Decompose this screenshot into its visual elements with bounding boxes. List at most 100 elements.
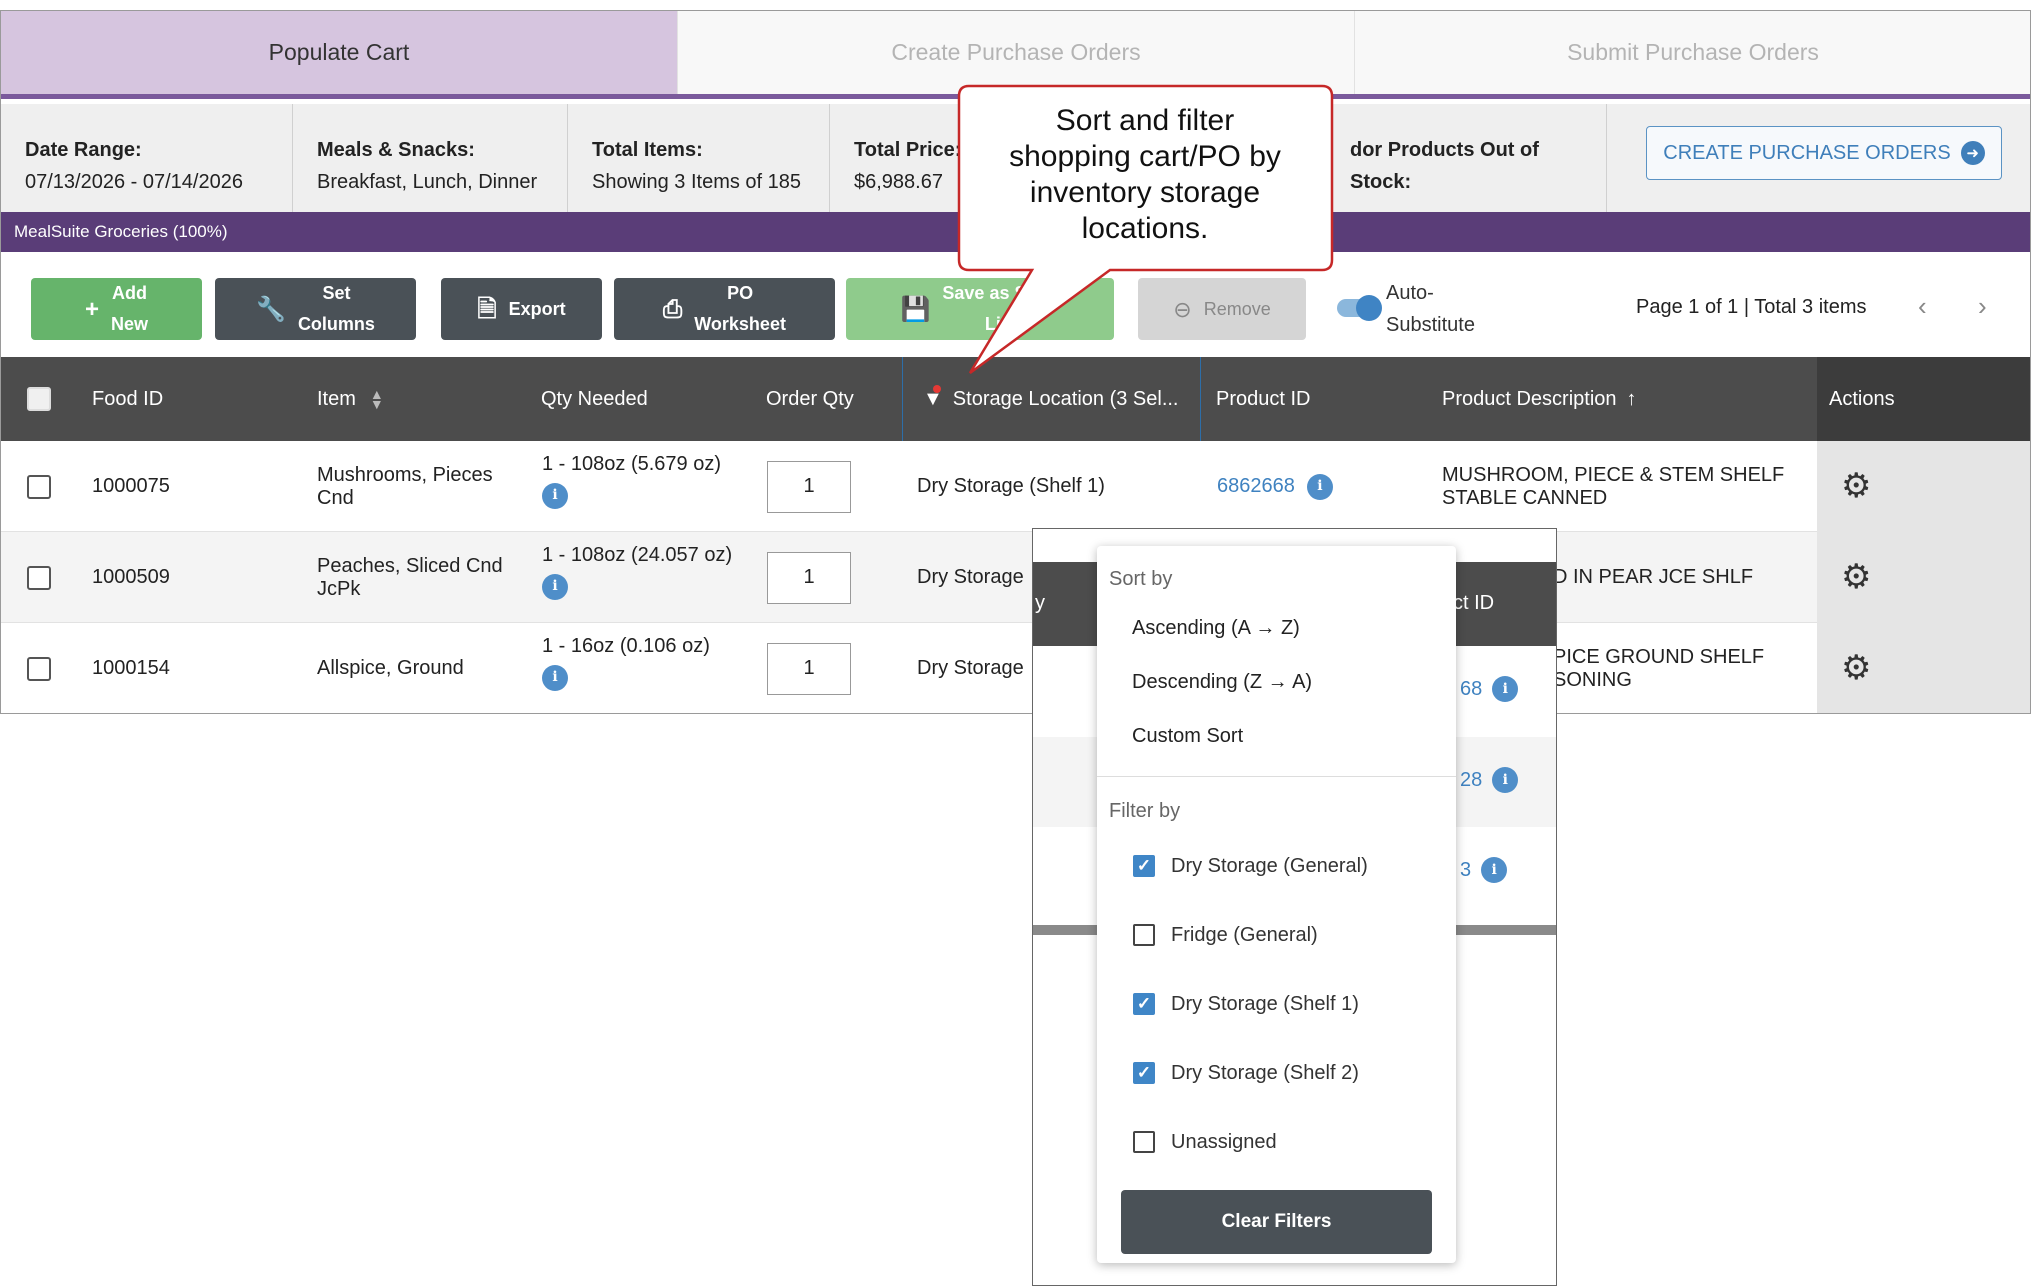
toggle-knob[interactable] [1356,295,1382,321]
info-icon[interactable]: i [542,573,568,600]
filter-option-dry-storage-general[interactable]: ✓ Dry Storage (General) [1133,851,1368,881]
table-row: 1000154 Allspice, Ground 1 - 16oz (0.106… [1,623,2030,713]
col-actions: Actions [1817,357,2030,441]
remove-button[interactable]: ⊖ Remove [1138,278,1306,340]
description-line1: PICE GROUND SHELF [1553,645,1765,668]
info-icon[interactable]: i [1306,473,1333,500]
order-qty-input[interactable]: 1 [767,460,851,513]
step-submit-purchase-orders[interactable]: Submit Purchase Orders [1355,11,2030,94]
col-description-label: Product Description [1442,387,1617,410]
filter-option-fridge-general[interactable]: Fridge (General) [1133,920,1318,950]
col-order-qty[interactable]: Order Qty [766,357,854,441]
step-create-purchase-orders[interactable]: Create Purchase Orders [678,11,1355,94]
row-checkbox[interactable] [27,441,51,532]
ghost-product-id: 3i [1460,857,1508,883]
next-page-icon[interactable]: › [1978,291,1987,322]
col-product-id[interactable]: Product ID [1216,357,1310,441]
sort-descending-option[interactable]: Descending (Z → A) [1132,671,1312,694]
item-name-line2: JcPk [317,577,361,600]
save-as-shopping-list-button[interactable]: 💾 Save as Shop List [846,278,1114,340]
info-icon: i [1492,676,1519,702]
custom-sort-option[interactable]: Custom Sort [1132,725,1243,748]
clear-filters-button[interactable]: Clear Filters [1121,1190,1432,1254]
col-storage-location[interactable]: ▼ Storage Location (3 Sel... [902,357,1201,441]
add-new-button[interactable]: + Add New [31,278,202,340]
col-qty-needed[interactable]: Qty Needed [541,357,648,441]
vendor-name: MealSuite Groceries (100%) [14,222,228,241]
checkbox-checked-icon[interactable]: ✓ [1133,1062,1155,1084]
col-storage-label: Storage Location (3 Sel... [952,387,1179,410]
prev-page-icon[interactable]: ‹ [1918,291,1927,322]
storage-location: Dry Storage [917,566,1024,588]
auto-substitute-label-1: Auto- [1386,282,1434,304]
product-description: PICE GROUND SHELF SONING [1553,623,1765,713]
col-product-description[interactable]: Product Description ↑ [1442,357,1637,441]
row-checkbox[interactable] [27,623,51,713]
total-items: Total Items: Showing 3 Items of 185 [568,104,830,212]
callout-line1: Sort and filter [1055,104,1235,137]
export-file-icon: 🗎 [477,295,497,323]
col-item[interactable]: Item ▲ ▼ [317,357,384,441]
filter-label: Dry Storage (Shelf 1) [1171,992,1359,1015]
auto-substitute-label-2: Substitute [1386,314,1475,336]
qty-needed: 1 - 108oz (24.057 oz) i [542,532,732,623]
storage-location: Dry Storage [917,657,1024,679]
filter-option-dry-storage-shelf-2[interactable]: ✓ Dry Storage (Shelf 2) [1133,1058,1359,1088]
create-purchase-orders-button[interactable]: CREATE PURCHASE ORDERS ➜ [1646,126,2002,180]
meals-snacks: Meals & Snacks: Breakfast, Lunch, Dinner [293,104,568,212]
info-icon[interactable]: i [542,482,568,509]
checkbox-checked-icon[interactable]: ✓ [1133,855,1155,877]
gear-icon[interactable]: ⚙ [1841,623,1871,713]
set-columns-label-1: Set [322,283,351,303]
storage-location: Dry Storage (Shelf 1) [917,475,1105,497]
food-id: 1000075 [92,475,170,497]
row-checkbox[interactable] [27,532,51,623]
meals-value: Breakfast, Lunch, Dinner [317,171,538,193]
filter-option-dry-storage-shelf-1[interactable]: ✓ Dry Storage (Shelf 1) [1133,989,1359,1019]
filter-icon: ▼ [923,384,943,411]
sort-by-heading: Sort by [1109,568,1173,590]
table-row: 1000509 Peaches, Sliced Cnd JcPk 1 - 108o… [1,532,2030,623]
set-columns-button[interactable]: 🔧 Set Columns [215,278,416,340]
ghost-id-1: 68 [1460,677,1483,700]
order-qty-input[interactable]: 1 [767,642,851,695]
item-name: Mushrooms, Pieces Cnd [317,441,493,532]
export-button[interactable]: 🗎 Export [441,278,602,340]
wrench-icon: 🔧 [256,295,286,323]
column-menu: Sort by Ascending (A → Z) Descending (Z … [1097,546,1456,1263]
product-id-link[interactable]: 6862668 [1217,475,1295,498]
description-line2: SONING [1553,668,1632,691]
plus-icon: + [84,295,99,323]
date-range-value: 07/13/2026 - 07/14/2026 [25,171,243,193]
order-qty-input[interactable]: 1 [767,551,851,604]
col-food-id[interactable]: Food ID [92,357,163,441]
item-name: Allspice, Ground [317,657,464,679]
add-new-label-1: Add [112,283,147,303]
checkbox-icon[interactable] [1133,1131,1155,1153]
po-worksheet-button[interactable]: ⎙ PO Worksheet [614,278,835,340]
col-item-label: Item [317,387,356,410]
select-all-checkbox[interactable] [27,357,51,441]
date-range: Date Range: 07/13/2026 - 07/14/2026 [1,104,293,212]
sort-ascending-option[interactable]: Ascending (A → Z) [1132,617,1300,640]
checkbox-checked-icon[interactable]: ✓ [1133,993,1155,1015]
order-qty[interactable]: 1 [767,441,851,532]
po-worksheet-label-1: PO [727,283,754,303]
order-qty[interactable]: 1 [767,532,851,623]
workflow-steps: Populate Cart Create Purchase Orders Sub… [1,11,2030,99]
info-icon[interactable]: i [542,664,568,691]
auto-substitute-label: Auto- Substitute [1386,277,1475,341]
table-row: 1000075 Mushrooms, Pieces Cnd 1 - 108oz (… [1,441,2030,532]
filter-option-unassigned[interactable]: Unassigned [1133,1127,1277,1157]
order-qty[interactable]: 1 [767,623,851,713]
item-name: Peaches, Sliced Cnd JcPk [317,532,503,623]
set-columns-label-2: Columns [297,314,375,334]
gear-icon[interactable]: ⚙ [1841,441,1871,532]
checkbox-icon[interactable] [1133,924,1155,946]
ghost-product-id: 68 i [1460,676,1519,702]
step-populate-cart[interactable]: Populate Cart [1,11,678,94]
ghost-product-id: 28 i [1460,767,1519,793]
save-list-label-1: Save as Shop [942,283,1060,303]
gear-icon[interactable]: ⚙ [1841,532,1871,623]
callout-text: Sort and filter shopping cart/PO by inve… [960,103,1330,247]
